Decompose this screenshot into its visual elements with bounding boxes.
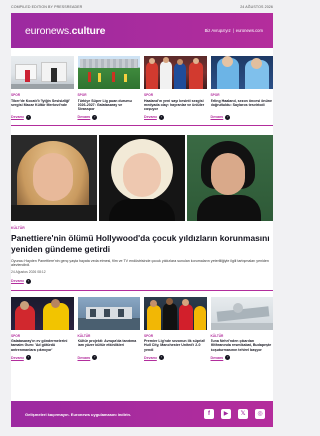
newsletter-page: euronews.culture Biz Avrupa'yız | eurone…	[11, 13, 273, 427]
edition-label: COMPILED EDITION BY PRESSREADER	[11, 4, 83, 9]
arrow-right-icon: ›	[92, 114, 98, 120]
arrow-right-icon: ›	[225, 114, 231, 120]
read-more-label: Devamı	[11, 279, 24, 283]
hero-photo-center[interactable]	[99, 134, 185, 221]
facebook-icon[interactable]: f	[204, 409, 214, 419]
read-more-link[interactable]: Devamı ›	[11, 355, 74, 360]
hero-tag: KÜLTÜR	[11, 225, 25, 230]
arrow-right-icon: ›	[25, 114, 31, 120]
read-more-label: Devamı	[77, 355, 91, 360]
news-title[interactable]: Galatasaray'ın ev göndermelerini tamaim …	[11, 339, 74, 352]
read-more-label: Devamı	[210, 115, 224, 119]
news-card[interactable]: SPOR Haaland'ın yeni sayı kesinti sezgis…	[144, 56, 207, 120]
social-links: f ▶ 𝕏 ◎	[204, 409, 265, 419]
news-thumbnail[interactable]	[144, 296, 207, 330]
news-thumbnail[interactable]	[210, 296, 273, 330]
masthead-divider: |	[232, 28, 234, 33]
news-tag: SPOR	[11, 333, 21, 338]
hero-photo-right[interactable]	[187, 134, 273, 221]
read-more-link[interactable]: Devamı ›	[11, 114, 74, 120]
news-card[interactable]: SPOR Premier Lig'nde sezonun ilk süprizi…	[144, 296, 207, 360]
read-more-label: Devamı	[11, 355, 24, 360]
news-card[interactable]: KÜLTÜR Tuna Nehri'nden çıkarılan Mithran…	[210, 296, 274, 360]
news-thumbnail[interactable]	[77, 296, 140, 330]
hero-image-collage[interactable]	[11, 134, 273, 221]
arrow-right-icon: ›	[25, 355, 31, 360]
news-title[interactable]: Erling Haaland, sezon öncesi önüne doğru…	[211, 99, 274, 112]
app-promo-footer: Gelişmeleri kaçırmayın. Euronews uygulam…	[11, 401, 273, 427]
read-more-link[interactable]: Devamı ›	[78, 355, 141, 360]
top-news-row: SPOR Tiber'de Kocatı'lı 'İyiğin Sesisizl…	[11, 48, 273, 120]
news-thumbnail[interactable]	[210, 56, 273, 89]
hero-headline[interactable]: Panettiere'nin ölümü Hollywood'da çocuk …	[11, 233, 273, 255]
logo-sub: culture	[71, 24, 106, 37]
arrow-right-icon: ›	[158, 114, 164, 120]
x-twitter-icon[interactable]: 𝕏	[238, 409, 248, 419]
news-card[interactable]: SPOR Erling Haaland, sezon öncesi önüne …	[210, 56, 274, 120]
news-thumbnail[interactable]	[144, 56, 207, 89]
news-title[interactable]: Tiber'de Kocatı'lı 'İyiğin Sesisizliği' …	[11, 99, 74, 112]
read-more-label: Devamı	[144, 355, 157, 360]
masthead: euronews.culture Biz Avrupa'yız | eurone…	[11, 13, 273, 48]
news-title[interactable]: Tuna Nehri'nden çıkarılan Mithranında re…	[211, 339, 274, 352]
read-more-link[interactable]: Devamı ›	[144, 355, 207, 360]
news-card[interactable]: SPOR Galatasaray'ın ev göndermelerini ta…	[11, 296, 74, 360]
arrow-right-icon: ›	[92, 355, 98, 360]
news-tag: SPOR	[144, 333, 154, 338]
news-card[interactable]: SPOR Tiber'de Kocatı'lı 'İyiğin Sesisizl…	[11, 56, 74, 120]
news-tag: SPOR	[77, 93, 87, 97]
site-link[interactable]: euronews.com	[236, 28, 263, 33]
news-title[interactable]: Kültür projekti: Avrupa'da tanıtıma tam …	[78, 339, 141, 352]
tagline: Biz Avrupa'yız	[204, 28, 231, 33]
news-tag: KÜLTÜR	[210, 333, 224, 338]
news-tag: SPOR	[210, 93, 220, 97]
hero-date: 24 Ağustos 2026 08:12	[11, 269, 46, 274]
news-tag: SPOR	[11, 93, 21, 97]
logo-main: euronews.	[25, 24, 72, 37]
instagram-icon[interactable]: ◎	[255, 409, 265, 419]
news-title[interactable]: Premier Lig'nde sezonun ilk süprizi! Hul…	[144, 339, 207, 352]
news-card[interactable]: SPOR Türkiye Süper Lig puan durumu 2026-…	[77, 56, 141, 120]
read-more-link[interactable]: Devamı ›	[210, 114, 274, 120]
edition-bar: COMPILED EDITION BY PRESSREADER 24 AĞUST…	[0, 0, 284, 13]
read-more-label: Devamı	[77, 115, 91, 119]
read-more-link[interactable]: Devamı ›	[144, 114, 207, 120]
arrow-right-icon: ›	[158, 355, 164, 360]
edition-date: 24 AĞUSTOS 2026	[240, 4, 273, 9]
news-tag: KÜLTÜR	[77, 333, 91, 338]
news-thumbnail[interactable]	[77, 56, 140, 89]
euronews-culture-logo[interactable]: euronews.culture	[25, 25, 105, 37]
youtube-icon[interactable]: ▶	[221, 409, 231, 419]
bottom-news-row: SPOR Galatasaray'ın ev göndermelerini ta…	[11, 291, 274, 360]
news-thumbnail[interactable]	[11, 296, 74, 330]
news-title[interactable]: Türkiye Süper Lig puan durumu 2026-2027:…	[78, 99, 141, 112]
read-more-label: Devamı	[210, 355, 224, 360]
news-title[interactable]: Haaland'ın yeni sayı kesinti sezgisi med…	[144, 99, 207, 112]
read-more-label: Devamı	[144, 115, 157, 119]
news-tag: SPOR	[144, 93, 154, 97]
read-more-link[interactable]: Devamı ›	[77, 114, 141, 120]
app-promo-text[interactable]: Gelişmeleri kaçırmayın. Euronews uygulam…	[25, 412, 131, 417]
hero-summary: Oyuncu Hayden Panettiere'nin genç yaşta …	[11, 258, 269, 268]
news-thumbnail[interactable]	[11, 56, 74, 89]
read-more-link[interactable]: Devamı ›	[211, 355, 274, 360]
hero-photo-left[interactable]	[11, 134, 97, 221]
read-more-link[interactable]: Devamı ›	[11, 278, 273, 284]
arrow-right-icon: ›	[225, 355, 231, 360]
read-more-label: Devamı	[11, 115, 24, 119]
masthead-links: Biz Avrupa'yız | euronews.com	[205, 28, 263, 33]
arrow-right-icon: ›	[25, 278, 31, 284]
section-divider	[11, 124, 273, 126]
news-card[interactable]: KÜLTÜR Kültür projekti: Avrupa'da tanıtı…	[77, 296, 141, 360]
